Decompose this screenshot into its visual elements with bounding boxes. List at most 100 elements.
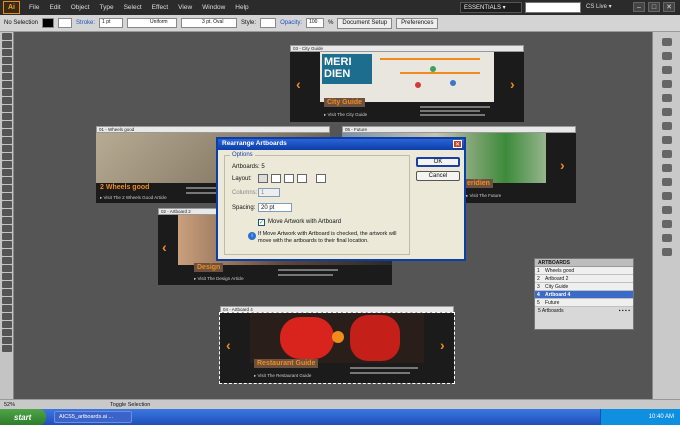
tool-icon[interactable] <box>2 201 12 208</box>
tool-icon[interactable] <box>2 345 12 352</box>
tool-icon[interactable] <box>2 105 12 112</box>
panel-icon[interactable] <box>662 150 672 158</box>
prev-arrow-icon[interactable]: ‹ <box>296 76 301 92</box>
move-artwork-checkbox[interactable]: ✓ <box>258 219 265 226</box>
tool-icon[interactable] <box>2 193 12 200</box>
menu-effect[interactable]: Effect <box>147 4 174 11</box>
brush-definition[interactable]: 3 pt. Oval <box>181 18 238 28</box>
tool-icon[interactable] <box>2 281 12 288</box>
tool-icon[interactable] <box>2 289 12 296</box>
caption-link[interactable]: ▸ Visit The Restaurant Guide <box>254 373 311 379</box>
tool-icon[interactable] <box>2 161 12 168</box>
stroke-label[interactable]: Stroke: <box>76 20 95 26</box>
left-to-right-icon[interactable] <box>316 174 326 183</box>
panel-icon[interactable] <box>662 248 672 256</box>
tool-icon[interactable] <box>2 153 12 160</box>
tool-icon[interactable] <box>2 41 12 48</box>
tool-icon[interactable] <box>2 81 12 88</box>
tool-icon[interactable] <box>2 217 12 224</box>
tool-icon[interactable] <box>2 113 12 120</box>
menu-type[interactable]: Type <box>94 4 118 11</box>
next-arrow-icon[interactable]: › <box>560 157 565 173</box>
zoom-level[interactable]: 52% <box>0 402 30 408</box>
menu-help[interactable]: Help <box>230 4 253 11</box>
menu-file[interactable]: File <box>24 4 44 11</box>
artboard-restaurant-guide[interactable]: ‹ › Restaurant Guide ▸ Visit The Restaur… <box>219 312 455 384</box>
grid-by-column-icon[interactable] <box>271 174 281 183</box>
panel-icon[interactable] <box>662 122 672 130</box>
tool-icon[interactable] <box>2 297 12 304</box>
preferences-button[interactable]: Preferences <box>396 17 439 29</box>
panel-icon[interactable] <box>662 206 672 214</box>
tool-icon[interactable] <box>2 313 12 320</box>
tool-icon[interactable] <box>2 129 12 136</box>
start-button[interactable]: start <box>0 409 46 425</box>
columns-field[interactable]: 1 <box>258 188 280 197</box>
ok-button[interactable]: OK <box>416 157 460 167</box>
artboard-label[interactable]: 01 - Wheels good <box>96 126 330 133</box>
panel-icon[interactable] <box>662 136 672 144</box>
tool-icon[interactable] <box>2 241 12 248</box>
tool-icon[interactable] <box>2 49 12 56</box>
arrange-by-row-icon[interactable] <box>284 174 294 183</box>
artboard-row[interactable]: 5 Future <box>535 299 633 307</box>
next-arrow-icon[interactable]: › <box>510 76 515 92</box>
panel-icon[interactable] <box>662 164 672 172</box>
tool-icon[interactable] <box>2 249 12 256</box>
grid-by-row-icon[interactable] <box>258 174 268 183</box>
tool-icon[interactable] <box>2 97 12 104</box>
status-tool[interactable]: Toggle Selection <box>110 402 150 408</box>
variable-width-profile[interactable]: Uniform <box>127 18 178 28</box>
panel-icon[interactable] <box>662 234 672 242</box>
tool-icon[interactable] <box>2 265 12 272</box>
panel-icon[interactable] <box>662 178 672 186</box>
stroke-weight-field[interactable]: 1 pt <box>99 18 124 28</box>
panel-icon[interactable] <box>662 108 672 116</box>
document-setup-button[interactable]: Document Setup <box>337 17 393 29</box>
tool-icon[interactable] <box>2 185 12 192</box>
fill-swatch[interactable] <box>42 18 55 28</box>
spacing-field[interactable]: 20 pt <box>258 203 292 212</box>
panel-icon[interactable] <box>662 94 672 102</box>
artboard-row[interactable]: 1 Wheels good <box>535 267 633 275</box>
workspace-switcher[interactable]: ESSENTIALS ▾ <box>460 2 522 13</box>
tool-icon[interactable] <box>2 137 12 144</box>
menu-view[interactable]: View <box>173 4 197 11</box>
artboard-row[interactable]: 2 Artboard 2 <box>535 275 633 283</box>
prev-arrow-icon[interactable]: ‹ <box>162 239 167 255</box>
menu-window[interactable]: Window <box>197 4 230 11</box>
taskbar-item[interactable]: AICS5_artboards.ai ... <box>54 411 132 423</box>
menu-object[interactable]: Object <box>66 4 95 11</box>
tool-icon[interactable] <box>2 121 12 128</box>
tool-icon[interactable] <box>2 225 12 232</box>
panel-icon[interactable] <box>662 192 672 200</box>
close-icon[interactable]: ✕ <box>453 140 462 148</box>
tool-icon[interactable] <box>2 257 12 264</box>
tool-icon[interactable] <box>2 169 12 176</box>
tool-icon[interactable] <box>2 273 12 280</box>
tool-icon[interactable] <box>2 233 12 240</box>
maximize-icon[interactable]: □ <box>648 2 660 12</box>
tool-icon[interactable] <box>2 89 12 96</box>
tool-icon[interactable] <box>2 321 12 328</box>
panel-icon[interactable] <box>662 38 672 46</box>
caption-link[interactable]: ▸ Visit The City Guide <box>324 112 367 118</box>
artboard-label[interactable]: 05 - Future <box>342 126 576 133</box>
opacity-field[interactable]: 100 <box>306 18 325 28</box>
opacity-label[interactable]: Opacity: <box>280 20 302 26</box>
artboard-city-guide[interactable]: ‹ › MERI DIEN City Guide ▸ Visit The Cit… <box>290 52 524 122</box>
panel-icon[interactable] <box>662 80 672 88</box>
artboard-label[interactable]: 03 - City Guide <box>290 45 524 52</box>
graphic-style-swatch[interactable] <box>260 18 277 28</box>
cancel-button[interactable]: Cancel <box>416 171 460 181</box>
artboard-label[interactable]: 04 - Artboard 4 <box>220 306 454 313</box>
search-input[interactable] <box>525 2 581 13</box>
artboard-row-selected[interactable]: 4 Artboard 4 <box>535 291 633 299</box>
caption-link[interactable]: ▸ Visit The Design Article <box>194 276 244 282</box>
panel-icon[interactable] <box>662 66 672 74</box>
caption-link[interactable]: ▸ Visit The Future <box>466 193 501 199</box>
tool-icon[interactable] <box>2 73 12 80</box>
tool-icon[interactable] <box>2 177 12 184</box>
menu-edit[interactable]: Edit <box>44 4 65 11</box>
cs-live-button[interactable]: CS Live ▾ <box>586 3 612 10</box>
